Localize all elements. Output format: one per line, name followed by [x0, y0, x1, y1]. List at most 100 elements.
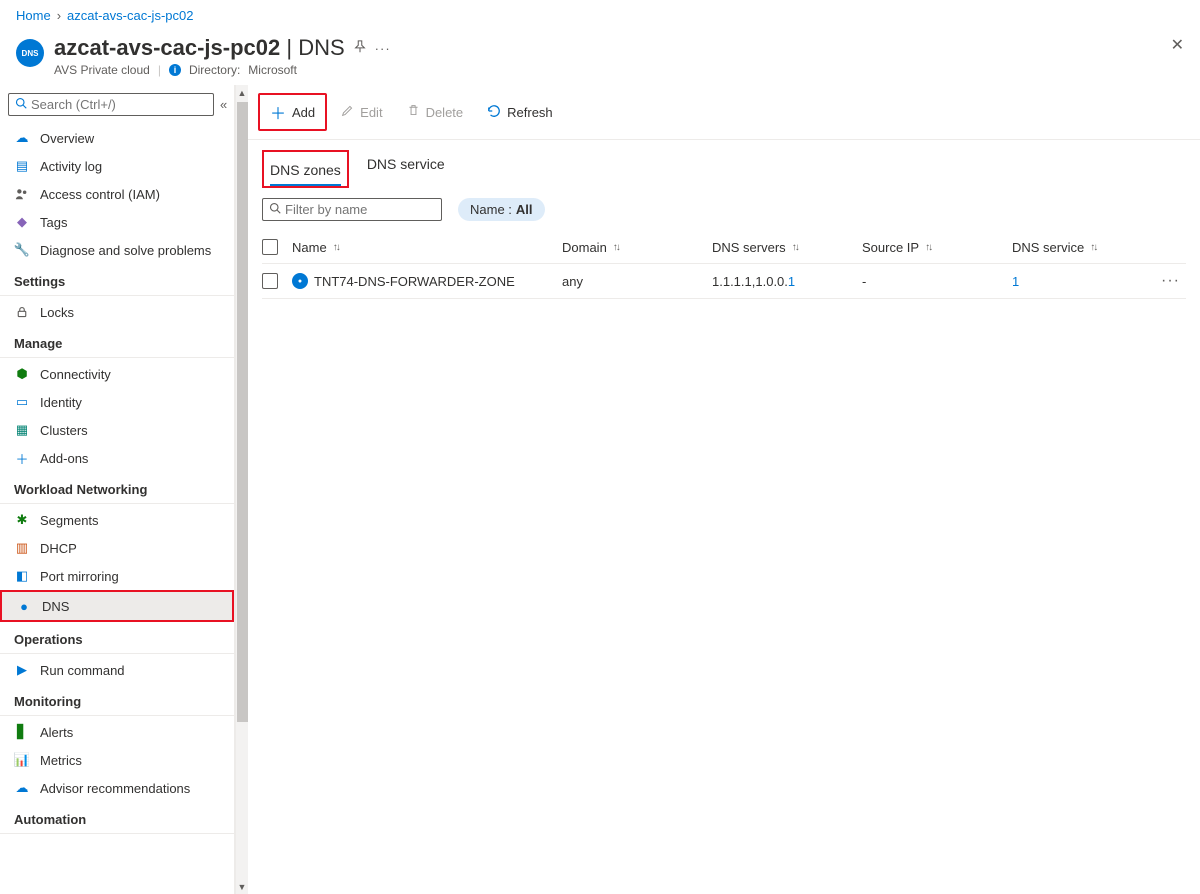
dhcp-icon: ▥: [14, 540, 30, 556]
metrics-icon: 📊: [14, 752, 30, 768]
sidebar-item-locks[interactable]: Locks: [0, 298, 234, 326]
advisor-icon: ☁: [14, 780, 30, 796]
people-icon: [14, 186, 30, 202]
chevron-right-icon: ›: [57, 8, 61, 23]
sidebar-item-advisor[interactable]: ☁ Advisor recommendations: [0, 774, 234, 802]
cloud-icon: ☁: [14, 130, 30, 146]
table-row[interactable]: ● TNT74-DNS-FORWARDER-ZONE any 1.1.1.1,1…: [262, 264, 1186, 299]
filter-by-name[interactable]: [262, 198, 442, 221]
segments-icon: ✱: [14, 512, 30, 528]
sidebar-item-dhcp[interactable]: ▥ DHCP: [0, 534, 234, 562]
page-title: azcat-avs-cac-js-pc02 | DNS: [54, 35, 345, 61]
servers-link[interactable]: 1: [788, 274, 795, 289]
pencil-icon: [341, 104, 354, 120]
sidebar-item-label: Metrics: [40, 753, 82, 768]
directory-value: Microsoft: [248, 63, 297, 77]
sidebar-scrollbar[interactable]: ▲ ▼: [235, 85, 248, 894]
clusters-icon: ▦: [14, 422, 30, 438]
lock-icon: [14, 304, 30, 320]
column-name[interactable]: Name↑↓: [292, 240, 562, 255]
section-settings: Settings: [0, 264, 234, 296]
sort-icon: ↑↓: [613, 242, 619, 253]
sidebar-item-label: Identity: [40, 395, 82, 410]
scroll-down-icon[interactable]: ▼: [236, 879, 249, 894]
collapse-sidebar-icon[interactable]: «: [220, 97, 227, 112]
filter-row: Name : All: [248, 188, 1200, 231]
log-icon: ▤: [14, 158, 30, 174]
sort-icon: ↑↓: [925, 242, 931, 253]
scroll-up-icon[interactable]: ▲: [236, 85, 249, 100]
zone-domain: any: [562, 274, 712, 289]
search-icon: [15, 97, 27, 112]
sort-icon: ↑↓: [1090, 242, 1096, 253]
section-workload: Workload Networking: [0, 472, 234, 504]
sidebar-item-addons[interactable]: ＋ Add-ons: [0, 444, 234, 472]
page-header: DNS azcat-avs-cac-js-pc02 | DNS ··· AVS …: [0, 31, 1200, 85]
scrollbar-thumb[interactable]: [237, 102, 248, 722]
edit-button[interactable]: Edit: [331, 99, 392, 125]
dns-icon: ●: [16, 598, 32, 614]
identity-icon: ▭: [14, 394, 30, 410]
sidebar-item-tags[interactable]: ◆ Tags: [0, 208, 234, 236]
section-operations: Operations: [0, 622, 234, 654]
pin-icon[interactable]: [353, 40, 367, 57]
column-domain[interactable]: Domain↑↓: [562, 240, 712, 255]
sidebar-item-connectivity[interactable]: ⬢ Connectivity: [0, 360, 234, 388]
sidebar-item-segments[interactable]: ✱ Segments: [0, 506, 234, 534]
sidebar-item-label: Tags: [40, 215, 67, 230]
sort-icon: ↑↓: [333, 242, 339, 253]
sidebar-item-label: Alerts: [40, 725, 73, 740]
sort-icon: ↑↓: [792, 242, 798, 253]
tab-dns-zones[interactable]: DNS zones: [270, 156, 341, 186]
directory-label: Directory:: [189, 63, 240, 77]
sidebar-search[interactable]: [8, 93, 214, 116]
sidebar-item-overview[interactable]: ☁ Overview: [0, 124, 234, 152]
delete-button[interactable]: Delete: [397, 99, 474, 125]
more-icon[interactable]: ···: [375, 41, 391, 56]
sidebar: « ☁ Overview ▤ Activity log Access contr…: [0, 85, 235, 894]
row-more-icon[interactable]: ···: [1161, 272, 1180, 290]
sidebar-item-clusters[interactable]: ▦ Clusters: [0, 416, 234, 444]
sidebar-item-label: Activity log: [40, 159, 102, 174]
trash-icon: [407, 104, 420, 120]
sidebar-item-run-command[interactable]: ▶ Run command: [0, 656, 234, 684]
tabs: DNS zones DNS service: [248, 140, 1200, 188]
search-icon: [269, 202, 281, 217]
mirror-icon: ◧: [14, 568, 30, 584]
sidebar-item-label: Locks: [40, 305, 74, 320]
sidebar-item-access-control[interactable]: Access control (IAM): [0, 180, 234, 208]
sidebar-item-diagnose[interactable]: 🔧 Diagnose and solve problems: [0, 236, 234, 264]
tab-dns-service[interactable]: DNS service: [367, 150, 445, 188]
service-link[interactable]: 1: [1012, 274, 1019, 289]
sidebar-item-dns[interactable]: ● DNS: [0, 590, 234, 622]
sidebar-item-metrics[interactable]: 📊 Metrics: [0, 746, 234, 774]
column-dns-servers[interactable]: DNS servers↑↓: [712, 240, 862, 255]
sidebar-item-label: Add-ons: [40, 451, 88, 466]
refresh-button[interactable]: Refresh: [477, 99, 563, 126]
column-source-ip[interactable]: Source IP↑↓: [862, 240, 1012, 255]
sidebar-item-alerts[interactable]: ▋ Alerts: [0, 718, 234, 746]
sidebar-item-label: Access control (IAM): [40, 187, 160, 202]
row-checkbox[interactable]: [262, 273, 278, 289]
info-icon: i: [169, 64, 181, 76]
column-dns-service[interactable]: DNS service↑↓: [1012, 240, 1142, 255]
sidebar-item-port-mirroring[interactable]: ◧ Port mirroring: [0, 562, 234, 590]
filter-input[interactable]: [285, 202, 461, 217]
dns-zones-table: Name↑↓ Domain↑↓ DNS servers↑↓ Source IP↑…: [248, 231, 1200, 299]
sidebar-item-identity[interactable]: ▭ Identity: [0, 388, 234, 416]
close-icon[interactable]: ✕: [1171, 35, 1184, 55]
breadcrumb-resource[interactable]: azcat-avs-cac-js-pc02: [67, 8, 193, 23]
section-manage: Manage: [0, 326, 234, 358]
sidebar-item-label: Run command: [40, 663, 125, 678]
zone-servers: 1.1.1.1,1.0.0.1: [712, 274, 862, 289]
sidebar-search-input[interactable]: [31, 97, 207, 112]
breadcrumb-home[interactable]: Home: [16, 8, 51, 23]
sidebar-item-activity-log[interactable]: ▤ Activity log: [0, 152, 234, 180]
sidebar-item-label: DHCP: [40, 541, 77, 556]
add-button[interactable]: ＋ Add: [258, 93, 327, 131]
filter-pill-name[interactable]: Name : All: [458, 198, 545, 221]
sidebar-item-label: DNS: [42, 599, 69, 614]
toolbar: ＋ Add Edit Delete Refresh: [248, 85, 1200, 140]
select-all-checkbox[interactable]: [262, 239, 278, 255]
diagnose-icon: 🔧: [14, 242, 30, 258]
